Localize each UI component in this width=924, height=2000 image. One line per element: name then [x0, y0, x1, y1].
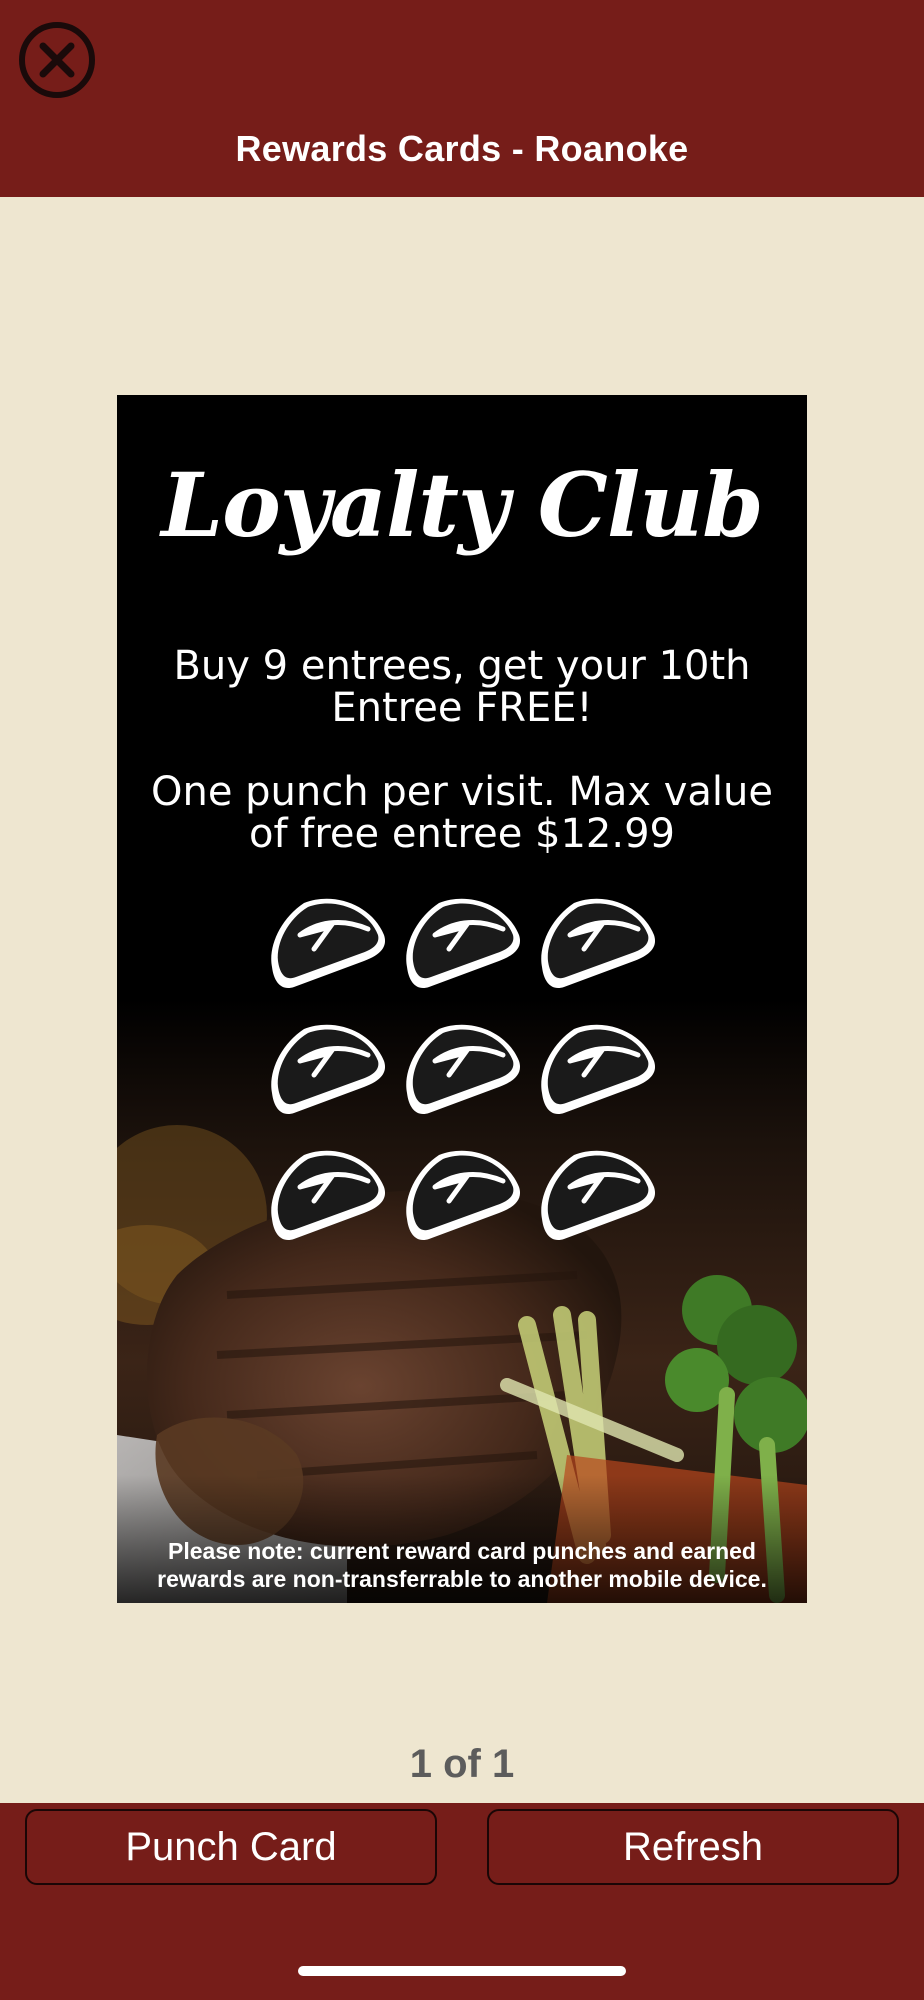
page-title: Rewards Cards - Roanoke — [235, 128, 689, 169]
transfer-note: Please note: current reward card punches… — [157, 1538, 767, 1592]
refresh-button[interactable]: Refresh — [487, 1809, 899, 1885]
loyalty-card: Loyalty Club Buy 9 entrees, get your 10t… — [117, 395, 807, 1603]
steak-icon — [534, 895, 660, 991]
punch-card-button[interactable]: Punch Card — [25, 1809, 437, 1885]
steak-icon — [534, 1147, 660, 1243]
steak-icon — [399, 895, 525, 991]
close-circle-icon — [19, 22, 95, 98]
loyalty-club-heading: Loyalty Club — [161, 453, 764, 557]
page-indicator: 1 of 1 — [409, 1742, 515, 1786]
steak-icon — [534, 1021, 660, 1117]
steak-icon — [399, 1021, 525, 1117]
home-indicator[interactable] — [298, 1966, 626, 1976]
offer-text: Buy 9 entrees, get your 10th Entree FREE… — [173, 643, 751, 731]
steak-icon — [399, 1147, 525, 1243]
close-button[interactable] — [18, 21, 96, 99]
steak-icon — [264, 1021, 390, 1117]
rules-text: One punch per visit. Max value of free e… — [151, 769, 773, 857]
steak-icon — [264, 895, 390, 991]
punch-grid — [264, 895, 660, 1255]
steak-icon — [264, 1147, 390, 1243]
